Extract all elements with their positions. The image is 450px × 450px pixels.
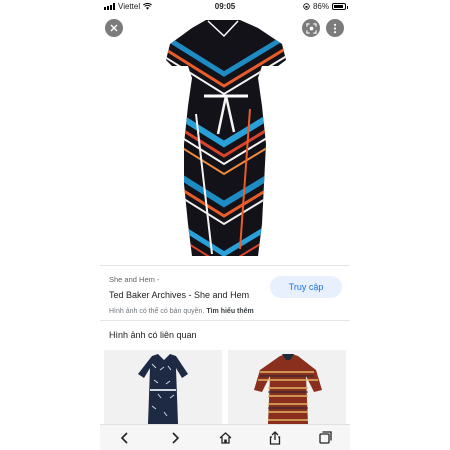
share-button[interactable] [263, 427, 287, 449]
more-options-button[interactable] [326, 19, 344, 37]
close-button[interactable] [105, 19, 123, 37]
browser-toolbar [100, 424, 350, 450]
battery-fill [334, 5, 343, 8]
related-image-2[interactable] [228, 350, 346, 424]
back-icon [120, 431, 128, 444]
dress-image[interactable] [100, 14, 350, 264]
related-image-1[interactable] [104, 350, 222, 424]
forward-icon [172, 431, 180, 444]
battery-icon [332, 3, 348, 10]
rotation-lock-icon [303, 3, 310, 10]
lens-search-button[interactable] [302, 19, 320, 37]
lens-icon [305, 22, 317, 34]
dress-thumbnail [228, 350, 346, 424]
related-images-heading: Hình ảnh có liên quan [109, 330, 197, 340]
back-button[interactable] [113, 427, 137, 449]
forward-button[interactable] [163, 427, 187, 449]
divider [100, 320, 350, 321]
home-icon [219, 431, 231, 444]
tabs-icon [318, 431, 332, 444]
learn-more-link[interactable]: Tìm hiểu thêm [206, 308, 253, 315]
image-viewer [100, 14, 350, 264]
dress-thumbnail [104, 350, 222, 424]
tabs-button[interactable] [313, 427, 337, 449]
battery-percent: 86% [312, 2, 329, 11]
close-icon [110, 24, 118, 32]
status-bar: Viettel 09:05 86% [100, 0, 350, 14]
divider [100, 265, 350, 266]
page-title-link[interactable]: Ted Baker Archives - She and Hem [109, 290, 249, 300]
share-icon [269, 430, 281, 445]
site-name: She and Hem - [109, 275, 160, 284]
home-button[interactable] [213, 427, 237, 449]
copyright-text: Hình ảnh có thể có bản quyền. [109, 308, 205, 315]
visit-button[interactable]: Truy cập [270, 276, 342, 298]
more-vert-icon [333, 23, 337, 33]
copyright-notice: Hình ảnh có thể có bản quyền. Tìm hiểu t… [109, 308, 254, 315]
